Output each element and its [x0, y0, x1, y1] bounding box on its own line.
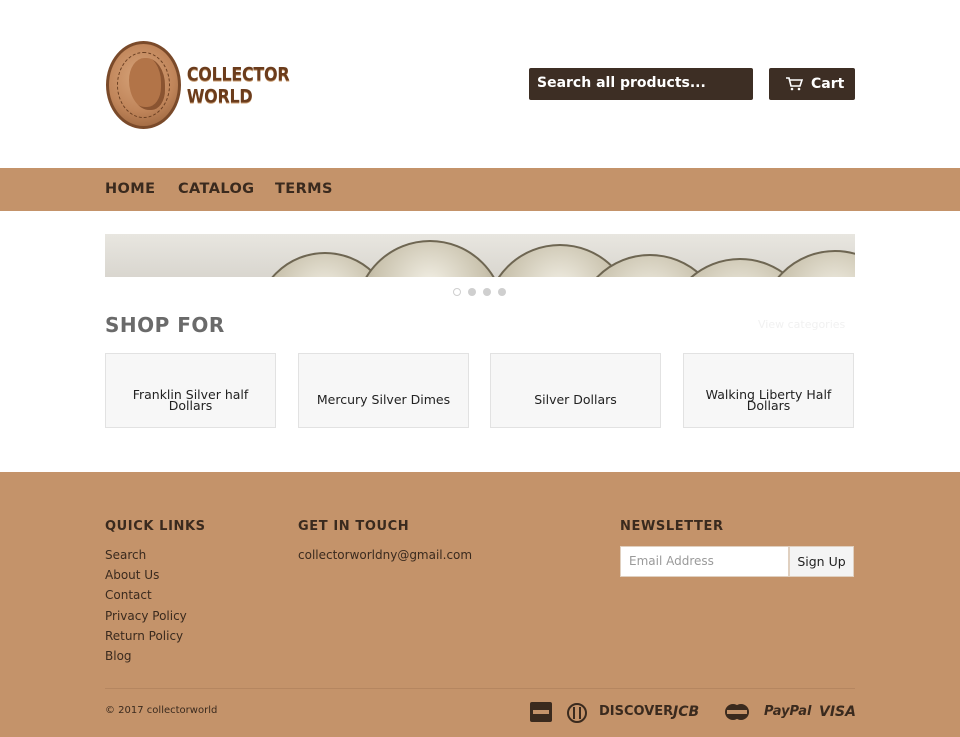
cart-label: Cart — [811, 76, 845, 92]
get-in-touch-heading: GET IN TOUCH — [298, 519, 410, 534]
nav-item-catalog[interactable]: CATALOG — [178, 181, 254, 197]
slider-dot[interactable] — [498, 288, 506, 296]
slider-dot[interactable] — [453, 288, 461, 296]
sign-up-button[interactable]: Sign Up — [789, 546, 854, 577]
footer-divider — [105, 688, 855, 689]
mastercard-icon — [725, 704, 749, 720]
view-categories-link[interactable]: View categories — [758, 318, 845, 331]
coin-logo-icon — [106, 41, 181, 129]
search-input[interactable]: Search all products... — [529, 68, 753, 100]
nav-item-home[interactable]: HOME — [105, 181, 155, 197]
category-label: Walking Liberty Half Dollars — [705, 386, 832, 413]
footer-link-privacy[interactable]: Privacy Policy — [105, 609, 187, 623]
slider-dots — [453, 288, 506, 296]
nav-item-terms[interactable]: TERMS — [275, 181, 333, 197]
main-nav: HOME CATALOG TERMS — [0, 168, 960, 211]
slider-dot[interactable] — [483, 288, 491, 296]
shop-for-heading: SHOP FOR — [105, 313, 225, 337]
newsletter-heading: NEWSLETTER — [620, 519, 724, 534]
newsletter-email-field[interactable]: Email Address — [620, 546, 789, 577]
paypal-icon: PayPal — [764, 704, 812, 719]
category-label: Franklin Silver half Dollars — [132, 386, 249, 413]
footer-link-returns[interactable]: Return Policy — [105, 629, 183, 643]
footer-link-contact[interactable]: Contact — [105, 588, 152, 602]
site-footer — [0, 472, 960, 737]
copyright-text: © 2017 collectorworld — [105, 705, 218, 716]
site-logo[interactable]: COLLECTOR WORLD — [106, 40, 336, 130]
visa-icon: VISA — [819, 704, 856, 720]
slider-dot[interactable] — [468, 288, 476, 296]
category-card-franklin[interactable]: Franklin Silver half Dollars — [105, 353, 276, 428]
category-card-walking-liberty[interactable]: Walking Liberty Half Dollars — [683, 353, 854, 428]
category-card-silver-dollars[interactable]: Silver Dollars — [490, 353, 661, 428]
category-card-mercury[interactable]: Mercury Silver Dimes — [298, 353, 469, 428]
contact-email[interactable]: collectorworldny@gmail.com — [298, 548, 472, 562]
footer-link-blog[interactable]: Blog — [105, 649, 132, 663]
amex-icon — [530, 702, 552, 722]
jcb-icon: JCB — [673, 704, 700, 720]
footer-link-about[interactable]: About Us — [105, 568, 159, 582]
logo-text: COLLECTOR WORLD — [186, 63, 290, 107]
site-header: COLLECTOR WORLD Search all products... C… — [0, 0, 960, 168]
hero-slide-image[interactable] — [105, 234, 855, 277]
cart-icon — [786, 77, 803, 91]
category-label: Mercury Silver Dimes — [316, 392, 451, 407]
cart-button[interactable]: Cart — [769, 68, 855, 100]
category-label: Silver Dollars — [534, 392, 617, 407]
footer-link-search[interactable]: Search — [105, 548, 146, 562]
quick-links-heading: QUICK LINKS — [105, 519, 206, 534]
discover-icon: DISCOVER — [599, 704, 674, 719]
diners-club-icon — [567, 703, 587, 723]
